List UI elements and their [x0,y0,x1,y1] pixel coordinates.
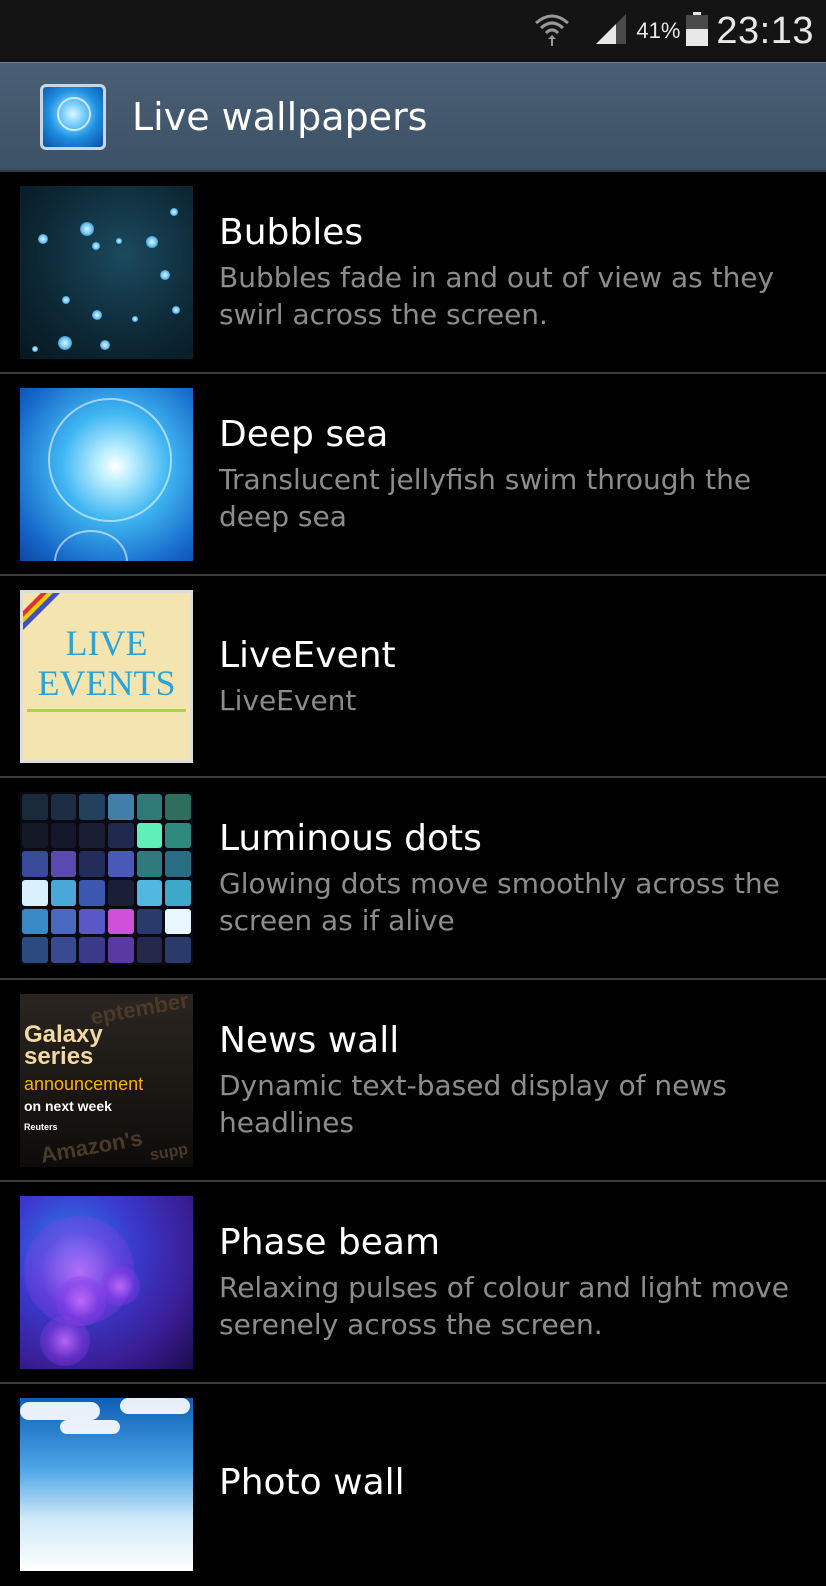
luminous-dots-thumbnail [20,792,193,965]
list-item-bubbles[interactable]: Bubbles Bubbles fade in and out of view … [0,172,826,374]
wallpaper-title: Bubbles [219,212,364,253]
list-item-texts: Luminous dots Glowing dots move smoothly… [219,778,816,978]
wifi-icon [534,11,570,51]
wallpaper-title: Phase beam [219,1222,441,1263]
list-item-liveevent[interactable]: LIVE EVENTS LiveEvent LiveEvent [0,576,826,778]
phase-beam-thumbnail [20,1196,193,1369]
wallpaper-list: Bubbles Bubbles fade in and out of view … [0,172,826,1586]
news-wall-thumbnail: eptember Amazon's supp Galaxy series ann… [20,994,193,1167]
photo-wall-thumbnail [20,1398,193,1571]
clock: 23:13 [716,9,814,52]
news-thumb-bg-text-3: supp [148,1140,190,1165]
list-item-texts: News wall Dynamic text-based display of … [219,980,816,1180]
list-item-texts: Bubbles Bubbles fade in and out of view … [219,172,816,372]
page-title: Live wallpapers [132,94,428,139]
list-item-texts: Phase beam Relaxing pulses of colour and… [219,1182,816,1382]
news-thumb-text-source: Reuters [24,1122,58,1132]
wallpaper-title: News wall [219,1020,400,1061]
news-thumb-text-series: series [24,1043,94,1070]
live-wallpaper-app-icon[interactable] [40,83,106,150]
wallpaper-description: LiveEvent [219,683,357,717]
wallpaper-title: LiveEvent [219,634,396,676]
wallpaper-description: Bubbles fade in and out of view as they … [219,261,775,331]
news-thumb-text-announcement: announcement [24,1074,144,1094]
list-item-texts: LiveEvent LiveEvent [219,576,816,776]
bubbles-thumbnail [20,186,193,359]
news-thumb-bg-text-1: eptember [88,994,191,1030]
liveevent-thumb-text-1: LIVE [65,623,148,663]
wallpaper-description: Relaxing pulses of colour and light move… [219,1271,789,1341]
battery-percent: 41% [636,18,681,43]
news-thumb-text-next-week: on next week [24,1098,112,1114]
status-bar: 41% 23:13 [0,0,826,62]
list-item-deep-sea[interactable]: Deep sea Translucent jellyfish swim thro… [0,374,826,576]
wallpaper-title: Photo wall [219,1462,405,1503]
wallpaper-title: Luminous dots [219,818,482,859]
wallpaper-description: Glowing dots move smoothly across the sc… [219,867,780,937]
signal-icon [594,12,628,50]
liveevent-thumbnail: LIVE EVENTS [20,590,193,763]
deep-sea-thumbnail [20,388,193,561]
battery-icon [686,12,709,50]
wallpaper-description: Translucent jellyfish swim through the d… [219,463,752,533]
list-item-photo-wall[interactable]: Photo wall [0,1384,826,1586]
list-item-news-wall[interactable]: eptember Amazon's supp Galaxy series ann… [0,980,826,1182]
wallpaper-description: Dynamic text-based display of news headl… [219,1069,727,1139]
list-item-texts: Deep sea Translucent jellyfish swim thro… [219,374,816,574]
list-item-phase-beam[interactable]: Phase beam Relaxing pulses of colour and… [0,1182,826,1384]
list-item-luminous-dots[interactable]: Luminous dots Glowing dots move smoothly… [0,778,826,980]
action-bar: Live wallpapers [0,62,826,172]
liveevent-thumb-text-2: EVENTS [37,663,176,703]
wallpaper-title: Deep sea [219,414,389,455]
list-item-texts: Photo wall [219,1384,816,1586]
